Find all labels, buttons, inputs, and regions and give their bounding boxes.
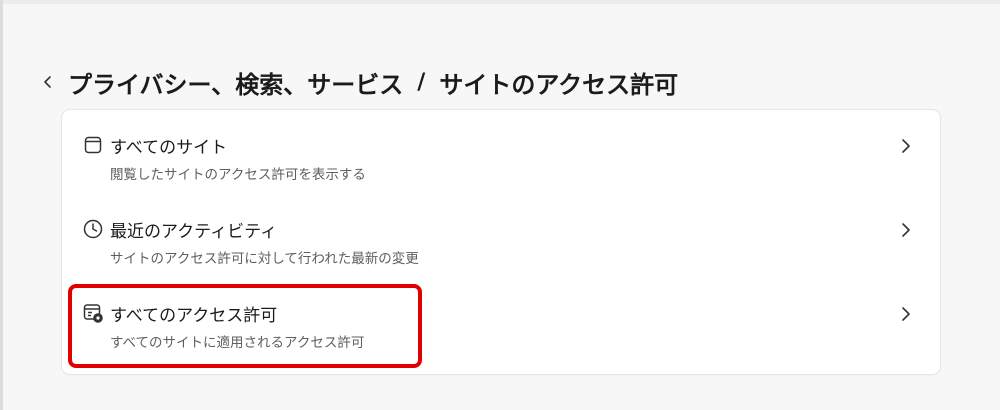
breadcrumb-parent[interactable]: プライバシー、検索、サービス <box>68 65 403 100</box>
window-top-edge <box>0 0 1000 4</box>
page-header: プライバシー、検索、サービス / サイトのアクセス許可 <box>36 62 678 102</box>
all-permissions-description: すべてのサイトに適用されるアクセス許可 <box>110 335 365 351</box>
all-permissions-item[interactable]: すべてのアクセス許可 すべてのサイトに適用されるアクセス許可 <box>62 278 940 362</box>
browser-window-icon <box>84 136 102 154</box>
chevron-right-icon <box>902 223 910 237</box>
all-sites-description: 閲覧したサイトのアクセス許可を表示する <box>110 167 366 183</box>
recent-activity-title: 最近のアクティビティ <box>110 222 278 242</box>
breadcrumb-separator: / <box>417 69 426 95</box>
all-sites-item[interactable]: すべてのサイト 閲覧したサイトのアクセス許可を表示する <box>62 110 940 194</box>
recent-activity-description: サイトのアクセス許可に対して行われた最新の変更 <box>110 251 419 267</box>
back-button[interactable] <box>36 70 60 94</box>
recent-activity-item[interactable]: 最近のアクティビティ サイトのアクセス許可に対して行われた最新の変更 <box>62 194 940 278</box>
all-permissions-title: すべてのアクセス許可 <box>110 306 278 326</box>
chevron-right-icon <box>902 307 910 321</box>
clock-icon <box>83 219 103 239</box>
page-title: サイトのアクセス許可 <box>439 70 679 99</box>
chevron-right-icon <box>902 139 910 153</box>
site-permissions-card: すべてのサイト 閲覧したサイトのアクセス許可を表示する 最近のアクティビティ サ… <box>62 110 940 374</box>
site-settings-icon <box>83 304 103 323</box>
window-left-edge <box>0 0 3 410</box>
all-sites-title: すべてのサイト <box>110 138 228 158</box>
chevron-left-icon <box>44 76 51 88</box>
